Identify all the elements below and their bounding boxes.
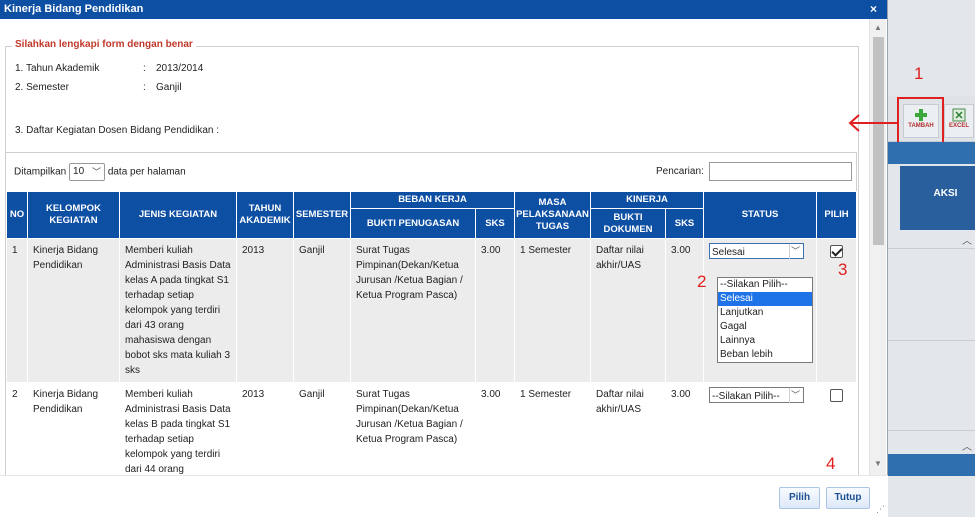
cell-sks-beban: 3.00	[475, 238, 515, 383]
daftar-kegiatan-label: 3. Daftar Kegiatan Dosen Bidang Pendidik…	[15, 125, 220, 136]
form-legend: Silahkan lengkapi form dengan benar	[12, 39, 196, 50]
status-option[interactable]: Lainnya	[718, 334, 812, 348]
status-option[interactable]: Lanjutkan	[718, 306, 812, 320]
col-jenis: JENIS KEGIATAN	[119, 191, 237, 239]
cell-kelompok: Kinerja Bidang Pendidikan	[27, 238, 120, 383]
background-header-strip	[888, 142, 975, 164]
page-length-select[interactable]: 10 ﹀	[69, 163, 106, 181]
status-option[interactable]: Beban lebih	[718, 348, 812, 362]
dialog-titlebar[interactable]: Kinerja Bidang Pendidikan ×	[0, 0, 887, 19]
cell-masa: 1 Semester	[514, 382, 591, 475]
col-bukti-penugasan: BUKTI PENUGASAN	[350, 208, 476, 239]
dialog-title: Kinerja Bidang Pendidikan	[4, 3, 144, 15]
status-dropdown-list: --Silakan Pilih-- Selesai Lanjutkan Gaga…	[717, 277, 813, 363]
cell-bukti-dokumen: Daftar nilai akhir/UAS	[590, 238, 666, 383]
cell-bukti-penugasan: Surat Tugas Pimpinan(Dekan/Ketua Jurusan…	[350, 238, 476, 383]
dialog-footer: Pilih Tutup ⋰	[0, 475, 888, 517]
annotation-highlight-box	[897, 97, 944, 145]
kinerja-dialog: Kinerja Bidang Pendidikan × Silahkan len…	[0, 0, 888, 517]
search-input[interactable]	[708, 162, 852, 181]
tahun-akademik-row: 1. Tahun Akademik:2013/2014	[15, 63, 204, 74]
table-row: 2 Kinerja Bidang Pendidikan Memberi kuli…	[6, 382, 858, 475]
status-select[interactable]: Selesai ﹀	[709, 243, 805, 259]
dialog-scrollbar[interactable]: ▲ ▼	[869, 19, 886, 475]
col-sks-beban: SKS	[475, 208, 515, 239]
cell-tahun: 2013	[236, 382, 294, 475]
cell-jenis: Memberi kuliah Administrasi Basis Data k…	[119, 382, 237, 475]
annotation-1: 1	[914, 64, 924, 83]
semester-label: 2. Semester	[15, 82, 69, 93]
cell-pilih	[816, 382, 858, 475]
close-icon[interactable]: ×	[870, 2, 877, 16]
tahun-akademik-value: 2013/2014	[156, 63, 204, 74]
background-footer-strip	[888, 454, 975, 476]
cell-masa: 1 Semester	[514, 238, 591, 383]
background-row-divider	[888, 340, 975, 341]
cell-tahun: 2013	[236, 238, 294, 383]
cell-no: 1	[6, 238, 28, 383]
status-option[interactable]: --Silakan Pilih--	[718, 278, 812, 292]
annotation-3: 3	[838, 260, 848, 279]
pilih-checkbox[interactable]	[830, 245, 844, 258]
background-row-divider	[888, 430, 975, 431]
cell-status: --Silakan Pilih-- ﹀	[703, 382, 818, 475]
cell-kelompok: Kinerja Bidang Pendidikan	[27, 382, 120, 475]
cell-semester: Ganjil	[293, 238, 351, 383]
annotation-2: 2	[697, 272, 707, 291]
cell-pilih	[816, 238, 858, 383]
annotation-4: 4	[826, 454, 836, 473]
page-length-control: Ditampilkan 10 ﹀ data per halaman	[14, 163, 186, 181]
cell-sks-beban: 3.00	[475, 382, 515, 475]
semester-value: Ganjil	[156, 82, 182, 93]
cell-bukti-penugasan: Surat Tugas Pimpinan(Dekan/Ketua Jurusan…	[350, 382, 476, 475]
cell-sks-kinerja: 3.00	[664, 238, 705, 383]
chevron-down-icon: ﹀	[789, 388, 801, 403]
chevron-up-icon: ︿	[962, 236, 972, 247]
excel-button[interactable]: EXCEL	[944, 104, 974, 138]
scrollbar-thumb[interactable]	[873, 37, 884, 245]
col-kelompok: KELOMPOK KEGIATAN	[27, 191, 120, 239]
excel-label: EXCEL	[948, 123, 969, 129]
cell-semester: Ganjil	[293, 382, 351, 475]
col-tahun: TAHUN AKADEMIK	[236, 191, 294, 239]
chevron-down-icon: ﹀	[789, 244, 801, 259]
col-sks-kinerja: SKS	[664, 208, 705, 239]
col-bukti-dokumen: BUKTI DOKUMEN	[590, 208, 666, 239]
col-kinerja: KINERJA	[589, 191, 705, 209]
annotation-arrow-icon	[848, 114, 897, 132]
scroll-up-icon[interactable]: ▲	[874, 23, 882, 32]
semester-row: 2. Semester: Ganjil	[15, 82, 182, 93]
col-masa: MASA PELAKSANAAN TUGAS	[514, 191, 591, 239]
chevron-down-icon: ﹀	[92, 167, 102, 177]
col-no: NO	[6, 191, 28, 239]
pilih-checkbox[interactable]	[830, 389, 844, 402]
excel-icon	[952, 108, 966, 122]
status-select[interactable]: --Silakan Pilih-- ﹀	[709, 387, 805, 403]
chevron-up-icon: ︿	[962, 442, 972, 453]
background-row-divider	[888, 248, 975, 249]
aksi-column-header: AKSI	[900, 166, 975, 230]
col-beban-kerja: BEBAN KERJA	[350, 191, 515, 209]
cell-bukti-dokumen: Daftar nilai akhir/UAS	[590, 382, 666, 475]
dialog-body: Silahkan lengkapi form dengan benar 1. T…	[0, 19, 869, 475]
tutup-button[interactable]: Tutup	[826, 487, 870, 509]
col-pilih: PILIH	[816, 191, 858, 239]
cell-sks-kinerja: 3.00	[664, 382, 705, 475]
cell-jenis: Memberi kuliah Administrasi Basis Data k…	[119, 238, 237, 383]
tahun-akademik-label: 1. Tahun Akademik	[15, 63, 100, 74]
pilih-button[interactable]: Pilih	[779, 487, 820, 509]
col-semester: SEMESTER	[293, 191, 351, 239]
col-status: STATUS	[703, 191, 818, 239]
cell-no: 2	[6, 382, 28, 475]
scroll-down-icon[interactable]: ▼	[874, 459, 882, 468]
status-option-selected[interactable]: Selesai	[718, 292, 812, 306]
kegiatan-table-container: Ditampilkan 10 ﹀ data per halaman Pencari…	[5, 152, 858, 475]
search-control: Pencarian:	[656, 162, 852, 181]
status-option[interactable]: Gagal	[718, 320, 812, 334]
resize-grip-icon[interactable]: ⋰	[876, 504, 885, 515]
